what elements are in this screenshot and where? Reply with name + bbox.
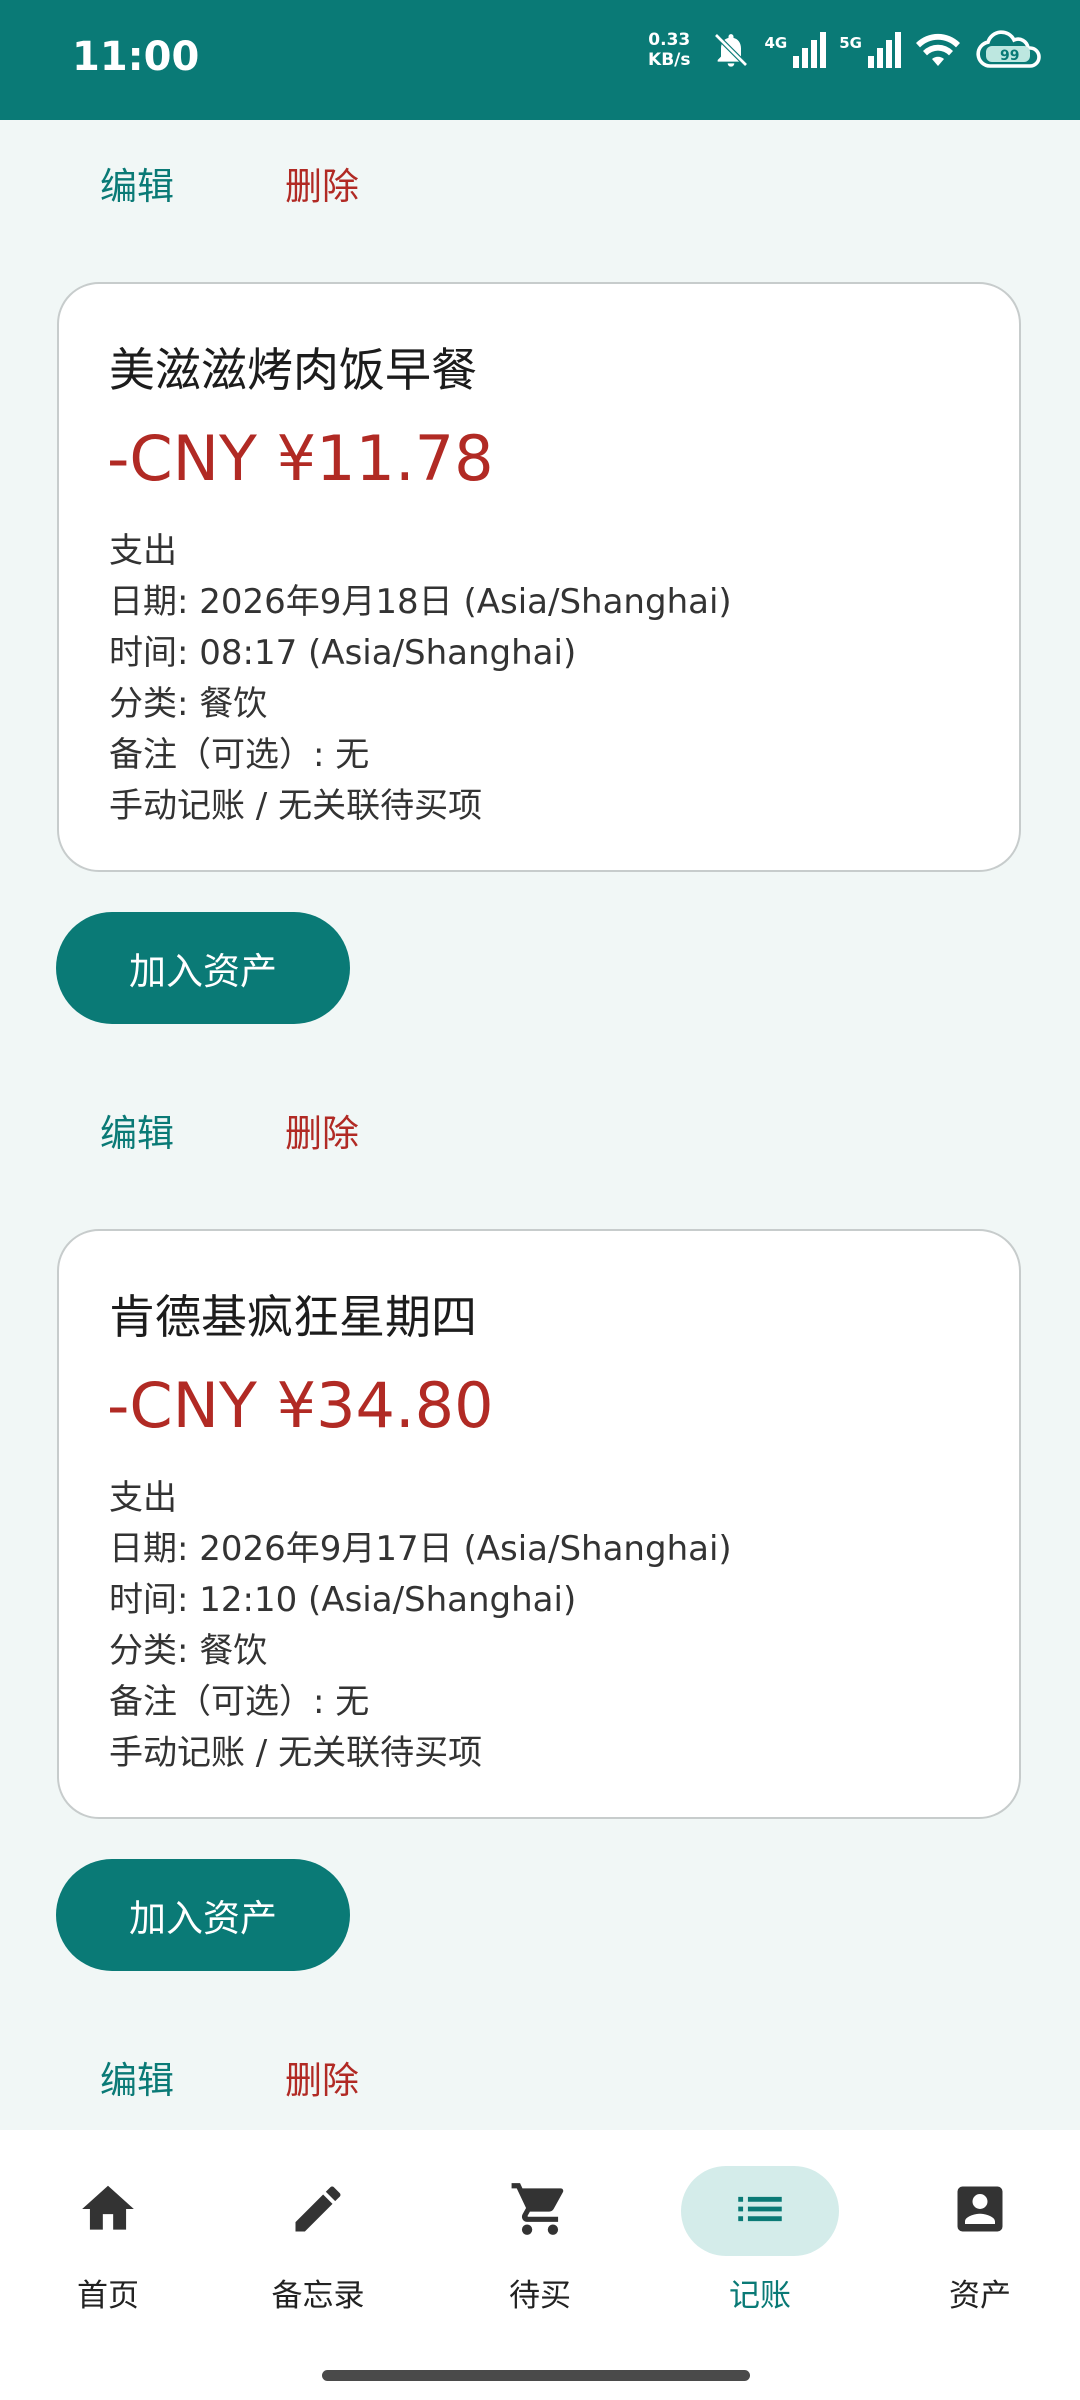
ledger-entry-card[interactable]: 肯德基疯狂星期四 -CNY ¥34.80 支出 日期: 2026年9月17日 (… (57, 1229, 1021, 1819)
entry-date: 日期: 2026年9月18日 (Asia/Shanghai) (109, 582, 732, 622)
entry-details: 支出 日期: 2026年9月17日 (Asia/Shanghai) 时间: 12… (109, 1473, 732, 1779)
add-to-assets-button[interactable]: 加入资产 (56, 1859, 350, 1971)
ledger-list[interactable]: 编辑 删除 美滋滋烤肉饭早餐 -CNY ¥11.78 支出 日期: 2026年9… (0, 120, 1080, 2130)
status-bar: 11:00 0.33 KB/s 4G 5G 99 (0, 0, 1080, 120)
status-time: 11:00 (72, 34, 200, 80)
entry-source: 手动记账 / 无关联待买项 (109, 786, 483, 826)
entry-type: 支出 (109, 1478, 177, 1518)
wifi-icon (914, 32, 962, 68)
entry-time: 时间: 12:10 (Asia/Shanghai) (109, 1580, 577, 1620)
edit-button[interactable]: 编辑 (100, 2050, 174, 2104)
entry-category: 分类: 餐饮 (109, 1631, 268, 1671)
delete-button[interactable]: 删除 (285, 156, 359, 210)
account-box-icon (950, 2179, 1010, 2243)
network-speed: 0.33 KB/s (648, 30, 691, 70)
network-5g-label: 5G (839, 34, 862, 52)
entry-note: 备注（可选）: 无 (109, 735, 370, 775)
status-icons: 0.33 KB/s 4G 5G 99 (648, 30, 1042, 70)
edit-button[interactable]: 编辑 (100, 1103, 174, 1157)
entry-amount: -CNY ¥11.78 (107, 422, 494, 495)
pencil-icon (288, 2179, 348, 2243)
bottom-navigation: 首页 备忘录 待买 记账 资产 (0, 2130, 1080, 2400)
nav-item-to-buy[interactable]: 待买 (432, 2130, 648, 2330)
signal-icon-2 (868, 32, 902, 68)
nav-label: 首页 (77, 2278, 139, 2314)
nav-item-home[interactable]: 首页 (0, 2130, 216, 2330)
entry-type: 支出 (109, 531, 177, 571)
home-icon (77, 2178, 139, 2244)
entry-source: 手动记账 / 无关联待买项 (109, 1733, 483, 1773)
entry-category: 分类: 餐饮 (109, 684, 268, 724)
delete-button[interactable]: 删除 (285, 2050, 359, 2104)
home-indicator[interactable] (322, 2370, 750, 2381)
entry-note: 备注（可选）: 无 (109, 1682, 370, 1722)
nav-label: 备忘录 (271, 2278, 365, 2314)
nav-item-assets[interactable]: 资产 (872, 2130, 1080, 2330)
ledger-entry-card[interactable]: 美滋滋烤肉饭早餐 -CNY ¥11.78 支出 日期: 2026年9月18日 (… (57, 282, 1021, 872)
nav-label: 资产 (949, 2278, 1011, 2314)
svg-text:99: 99 (1000, 48, 1019, 64)
list-icon (731, 2180, 789, 2242)
add-to-assets-button[interactable]: 加入资产 (56, 912, 350, 1024)
entry-actions-bottom: 编辑 删除 (0, 2050, 1080, 2110)
entry-date: 日期: 2026年9月17日 (Asia/Shanghai) (109, 1529, 732, 1569)
edit-button[interactable]: 编辑 (100, 156, 174, 210)
bell-off-icon (709, 30, 753, 70)
entry-title: 美滋滋烤肉饭早餐 (109, 343, 477, 397)
nav-label: 记账 (729, 2278, 791, 2314)
cart-icon (509, 2178, 571, 2244)
nav-item-ledger[interactable]: 记账 (652, 2130, 868, 2330)
battery-icon: 99 (974, 30, 1042, 70)
nav-item-memo[interactable]: 备忘录 (210, 2130, 426, 2330)
network-4g-label: 4G (764, 34, 788, 52)
entry-actions: 编辑 删除 (0, 1103, 1080, 1163)
entry-amount: -CNY ¥34.80 (107, 1369, 494, 1442)
nav-label: 待买 (509, 2278, 571, 2314)
entry-time: 时间: 08:17 (Asia/Shanghai) (109, 633, 577, 673)
entry-title: 肯德基疯狂星期四 (109, 1290, 477, 1344)
entry-actions-top: 编辑 删除 (0, 156, 1080, 216)
entry-details: 支出 日期: 2026年9月18日 (Asia/Shanghai) 时间: 08… (109, 526, 732, 832)
delete-button[interactable]: 删除 (285, 1103, 359, 1157)
signal-icon (793, 32, 827, 68)
